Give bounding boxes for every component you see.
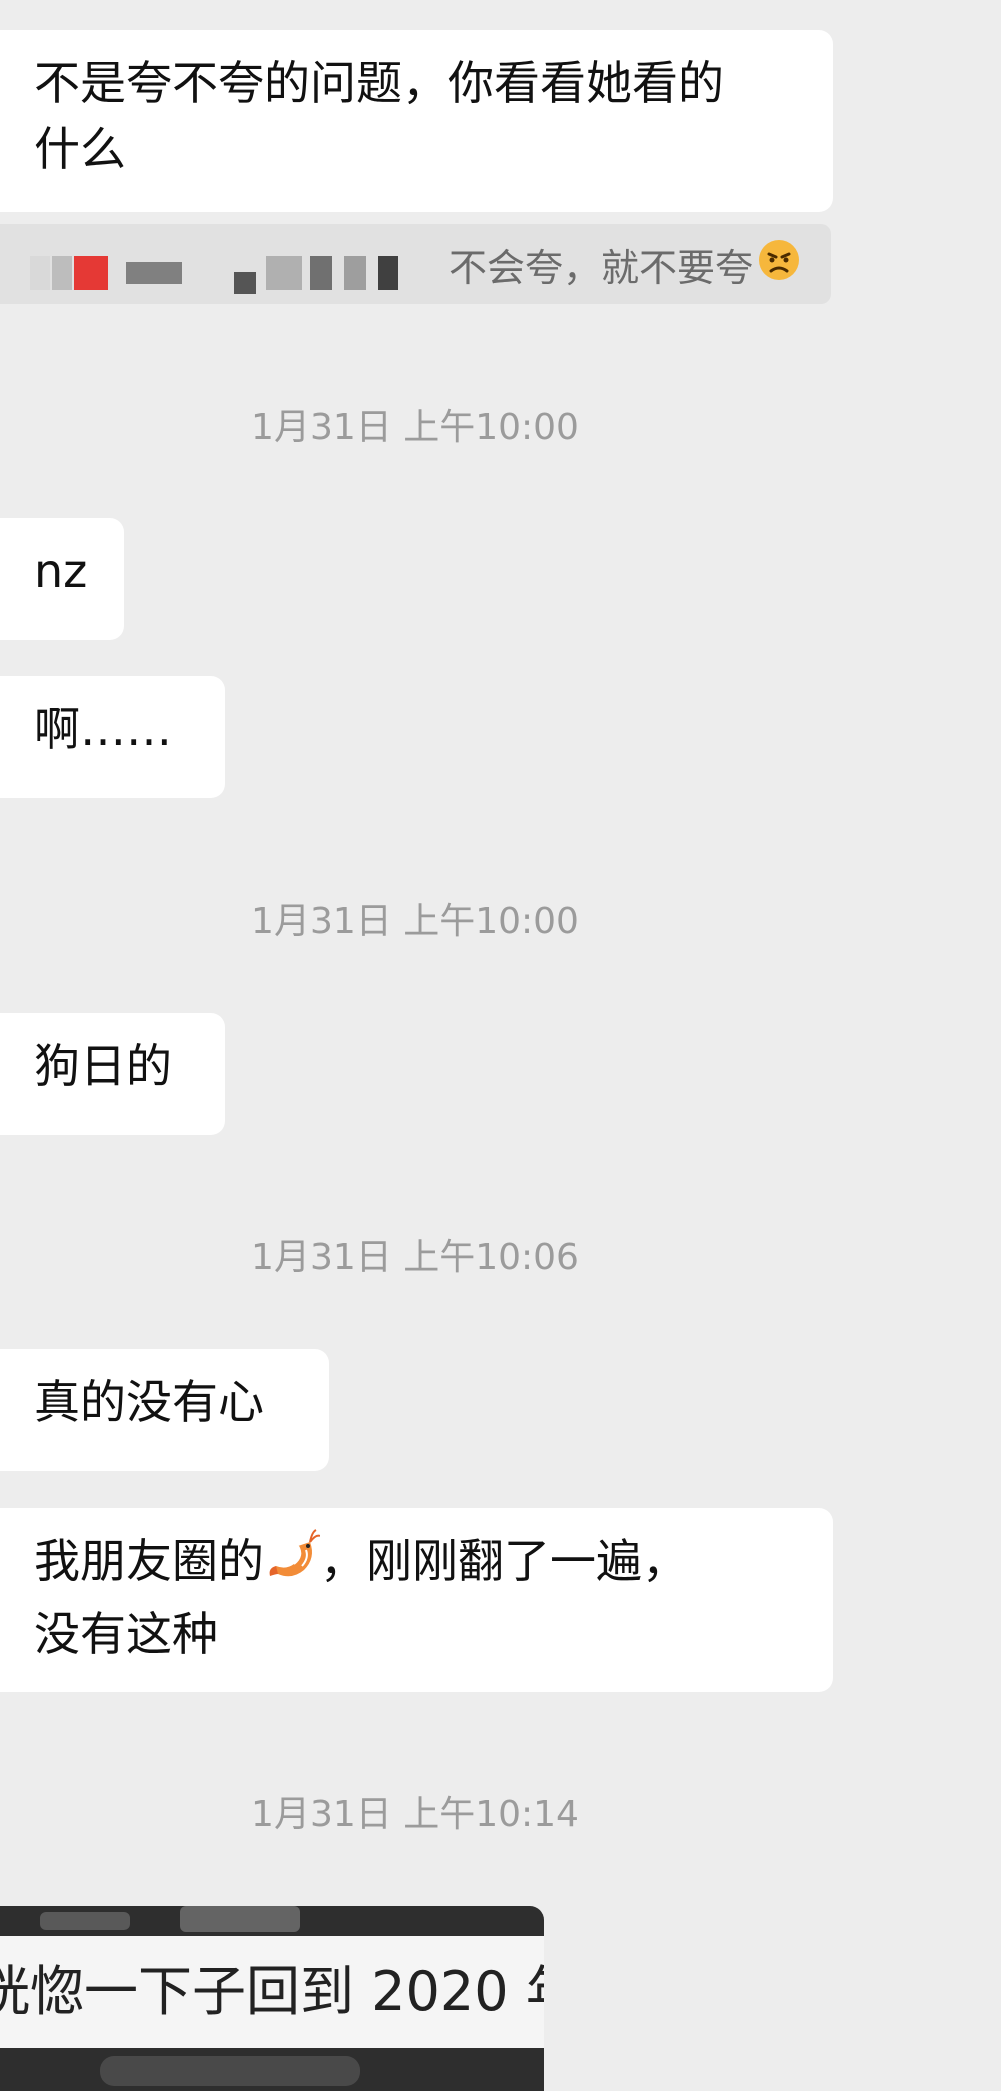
message-text-line1: 我朋友圈的 ，刚刚翻了一遍， xyxy=(34,1528,799,1601)
blurred-region xyxy=(100,2056,360,2086)
message-bubble[interactable]: nz xyxy=(0,518,124,640)
message-bubble[interactable]: 狗日的 xyxy=(0,1013,225,1135)
blurred-region xyxy=(180,1906,300,1932)
message-bubble[interactable]: 我朋友圈的 ，刚刚翻了一遍， 没有这种 xyxy=(0,1508,833,1692)
timestamp: 1月31日 上午10:14 xyxy=(251,1794,579,1835)
angry-face-icon xyxy=(757,238,801,291)
message-text: 狗日的 xyxy=(34,1039,172,1093)
message-text-line2: 什么 xyxy=(34,122,126,176)
message-bubble[interactable]: 真的没有心 xyxy=(0,1349,329,1471)
video-thumbnail[interactable]: 恍惚一下子回到 2020 年 xyxy=(0,1906,544,2091)
message-bubble[interactable]: 啊…… xyxy=(0,676,225,798)
message-text: 真的没有心 xyxy=(34,1375,264,1429)
message-text-part: 我朋友圈的 xyxy=(34,1534,264,1588)
timestamp: 1月31日 上午10:00 xyxy=(251,407,579,448)
message-text-line2: 没有这种 xyxy=(34,1607,218,1661)
blurred-region xyxy=(40,1912,130,1930)
media-caption: 恍惚一下子回到 2020 年 xyxy=(0,1960,544,2023)
quote-text: 不会夸，就不要夸 xyxy=(448,245,753,290)
message-text-part: ，刚刚翻了一遍， xyxy=(320,1534,688,1588)
message-text-line1: 不是夸不夸的问题，你看看她看的 xyxy=(34,56,724,110)
timestamp: 1月31日 上午10:06 xyxy=(251,1237,579,1278)
shrimp-emoji-icon xyxy=(264,1528,321,1601)
message-bubble[interactable]: 不是夸不夸的问题，你看看她看的 什么 xyxy=(0,30,833,212)
message-text: nz xyxy=(34,544,88,598)
quoted-reply[interactable]: 不会夸，就不要夸 xyxy=(0,224,831,304)
message-text: 啊…… xyxy=(34,702,172,756)
timestamp: 1月31日 上午10:00 xyxy=(251,901,579,942)
